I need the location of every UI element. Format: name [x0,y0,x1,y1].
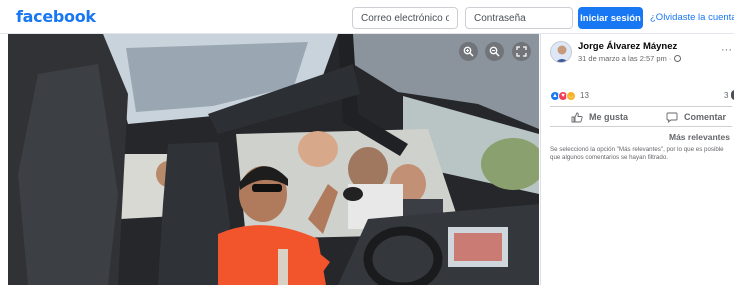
person-avatar-icon [555,45,569,62]
zoom-out-icon [489,46,500,57]
zoom-in-button[interactable] [459,42,478,61]
zoom-in-icon [463,46,474,57]
post-photo[interactable] [8,34,539,285]
email-field[interactable] [352,7,458,29]
timestamp-text[interactable]: 31 de marzo a las 2:57 pm · [578,54,671,63]
post-timestamp: 31 de marzo a las 2:57 pm · [578,54,682,63]
author-avatar[interactable] [550,41,572,63]
expand-button[interactable] [512,42,531,61]
password-field[interactable] [465,7,573,29]
reaction-count: 13 [580,91,589,100]
more-options-button[interactable]: ··· [721,44,732,56]
comment-button-label: Comentar [684,112,727,122]
comment-icon [666,112,678,123]
divider [550,126,732,127]
facebook-logo[interactable]: facebook [16,7,96,26]
login-button[interactable]: Iniciar sesión [578,7,643,29]
comment-button[interactable]: Comentar [666,110,726,124]
like-button-label: Me gusta [589,112,629,122]
comment-sort-label: Más relevantes [669,132,730,142]
post-side-panel: Jorge Álvarez Máynez 31 de marzo a las 2… [540,34,734,285]
top-bar: facebook Iniciar sesión ¿Olvidaste la cu… [0,0,734,34]
forgot-account-link[interactable]: ¿Olvidaste la cuenta? [650,12,734,23]
zoom-out-button[interactable] [485,42,504,61]
like-button[interactable]: Me gusta [571,110,628,124]
filter-notice: Se seleccionó la opción "Más relevantes"… [550,146,724,161]
thumbs-up-icon [571,112,583,122]
haha-reaction-icon: ◡ [566,90,576,101]
comment-sort-dropdown[interactable]: Más relevantes▼ [669,132,734,142]
globe-icon [674,55,682,62]
comment-count[interactable]: 3 [724,91,728,100]
post-author-name[interactable]: Jorge Álvarez Máynez [578,41,677,52]
reactions-summary[interactable]: ▲ ♥ ◡ 13 [550,90,589,101]
car-interior-photo [8,34,539,285]
divider [550,106,732,107]
expand-icon [516,46,527,57]
